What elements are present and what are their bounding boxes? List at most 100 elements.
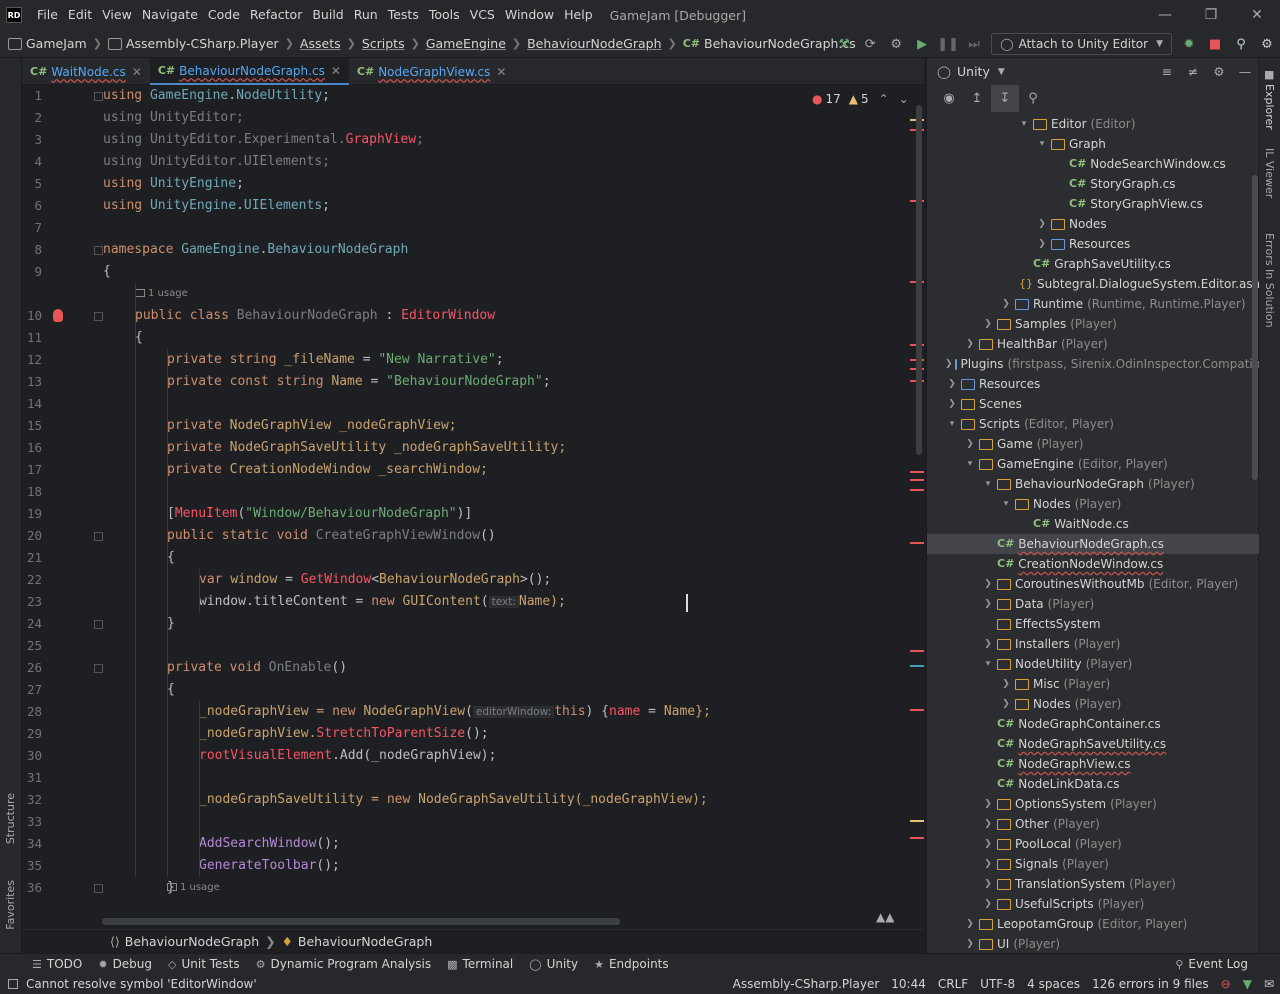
chevron-down-icon[interactable]: ▾ xyxy=(999,494,1013,514)
no-entry-icon[interactable]: ⊖ xyxy=(1215,977,1237,991)
tree-folder-item[interactable]: ❯ Other (Player) xyxy=(927,814,1259,834)
tree-folder-item[interactable]: ❯ Resources xyxy=(927,234,1259,254)
breadcrumb-assets[interactable]: Assets xyxy=(300,36,341,51)
tree-file-item[interactable]: C# StoryGraph.cs xyxy=(927,174,1259,194)
error-stripe[interactable] xyxy=(910,85,924,923)
tree-folder-item[interactable]: EffectsSystem xyxy=(927,614,1259,634)
tree-file-item[interactable]: {} Subtegral.DialogueSystem.Editor.asmd xyxy=(927,274,1272,294)
code-line[interactable]: { xyxy=(135,327,143,349)
unity-tab[interactable]: ◯ Unity xyxy=(521,957,586,971)
tree-folder-item[interactable]: ❯ TranslationSystem (Player) xyxy=(927,874,1259,894)
lightbulb-icon[interactable] xyxy=(53,309,63,322)
chevron-down-icon[interactable]: ▾ xyxy=(945,414,959,434)
chevron-down-icon[interactable]: ▾ xyxy=(963,454,977,474)
tree-folder-item[interactable]: ❯ Samples (Player) xyxy=(927,314,1259,334)
code-line[interactable]: private string _fileName = "New Narrativ… xyxy=(167,349,504,371)
fold-marker[interactable] xyxy=(94,312,103,321)
structure-tab[interactable]: Structure xyxy=(4,793,17,844)
error-stripe-mark[interactable] xyxy=(910,837,924,839)
il-viewer-tab[interactable]: IL Viewer xyxy=(1263,148,1276,198)
tree-folder-item[interactable]: ▾ NodeUtility (Player) xyxy=(927,654,1259,674)
code-line[interactable]: { xyxy=(167,679,175,701)
dpa-tab[interactable]: ⚙ Dynamic Program Analysis xyxy=(248,957,440,971)
menu-build[interactable]: Build xyxy=(307,0,348,30)
chevron-right-icon[interactable]: ❯ xyxy=(945,394,959,414)
tree-folder-item[interactable]: ❯ PoolLocal (Player) xyxy=(927,834,1259,854)
scroll-from-source-icon[interactable]: ↥ xyxy=(963,85,991,112)
code-line[interactable]: _nodeGraphView = new NodeGraphView(edito… xyxy=(199,701,711,723)
debug-icon[interactable]: ✹ xyxy=(1176,30,1202,58)
tree-file-item[interactable]: C# BehaviourNodeGraph.cs xyxy=(927,534,1259,554)
minimize-icon[interactable]: — xyxy=(1142,0,1188,30)
tree-file-item[interactable]: C# NodeSearchWindow.cs xyxy=(927,154,1259,174)
tree-folder-item[interactable]: ▾ Editor (Editor) xyxy=(927,114,1259,134)
code-line[interactable]: using UnityEditor.UIElements; xyxy=(103,151,330,173)
favorites-tab[interactable]: Favorites xyxy=(4,880,17,930)
code-line[interactable]: using UnityEditor.Experimental.GraphView… xyxy=(103,129,424,151)
code-line[interactable]: using UnityEngine.UIElements; xyxy=(103,195,330,217)
tree-folder-item[interactable]: ❯ HealthBar (Player) xyxy=(927,334,1259,354)
check-icon[interactable]: ▼ xyxy=(1237,977,1258,991)
tree-file-item[interactable]: C# NodeGraphContainer.cs xyxy=(927,714,1259,734)
crumb-namespace[interactable]: BehaviourNodeGraph xyxy=(125,934,259,949)
code-line[interactable]: { xyxy=(167,547,175,569)
code-line[interactable]: [MenuItem("Window/BehaviourNodeGraph")] xyxy=(167,503,472,525)
tree-folder-item[interactable]: ▾ Scripts (Editor, Player) xyxy=(927,414,1259,434)
error-stripe-mark[interactable] xyxy=(910,479,924,481)
chevron-down-icon[interactable]: ▼ xyxy=(998,67,1005,77)
chevron-right-icon[interactable]: ❯ xyxy=(981,894,995,914)
inspection-widget[interactable]: ● 17 ▲ 5 ⌃ ⌄ xyxy=(812,91,909,107)
chevron-right-icon[interactable]: ❯ xyxy=(945,374,959,394)
code-line[interactable]: public class BehaviourNodeGraph : Editor… xyxy=(135,305,495,327)
horizontal-scrollbar[interactable] xyxy=(102,918,620,925)
code-line[interactable]: namespace GameEngine.BehaviourNodeGraph xyxy=(103,239,408,261)
chevron-down-icon[interactable]: ▾ xyxy=(1035,134,1049,154)
error-stripe-mark[interactable] xyxy=(910,471,924,473)
close-tab-icon[interactable]: ✕ xyxy=(132,65,142,79)
code-line[interactable]: } xyxy=(167,613,175,635)
close-tab-icon[interactable]: ✕ xyxy=(331,64,341,78)
menu-run[interactable]: Run xyxy=(349,0,383,30)
chevron-right-icon[interactable]: ❯ xyxy=(981,834,995,854)
chevron-up-icon[interactable]: ⌃ xyxy=(879,92,889,106)
error-stripe-mark[interactable] xyxy=(910,650,924,652)
code-line[interactable]: _nodeGraphSaveUtility = new NodeGraphSav… xyxy=(199,789,708,811)
code-line[interactable]: private void OnEnable() xyxy=(167,657,347,679)
tree-folder-item[interactable]: ❯ Nodes xyxy=(927,214,1259,234)
close-icon[interactable]: ✕ xyxy=(1234,0,1280,30)
tree-file-item[interactable]: C# NodeGraphView.cs xyxy=(927,754,1259,774)
tree-folder-item[interactable]: ❯ Data (Player) xyxy=(927,594,1259,614)
status-toggle-icon[interactable] xyxy=(8,979,18,989)
chevron-right-icon[interactable]: ❯ xyxy=(963,914,977,934)
tree-folder-item[interactable]: ▾ BehaviourNodeGraph (Player) xyxy=(927,474,1259,494)
gear-icon[interactable]: ⚙ xyxy=(1206,64,1232,79)
code-line[interactable]: private NodeGraphSaveUtility _nodeGraphS… xyxy=(167,437,566,459)
menu-help[interactable]: Help xyxy=(559,0,598,30)
code-line[interactable]: _nodeGraphView.StretchToParentSize(); xyxy=(199,723,489,745)
fold-marker[interactable] xyxy=(94,246,103,255)
menu-tools[interactable]: Tools xyxy=(424,0,465,30)
status-indent[interactable]: 4 spaces xyxy=(1021,977,1086,991)
tree-folder-item[interactable]: ❯ Misc (Player) xyxy=(927,674,1259,694)
attach-to-unity-dropdown[interactable]: ◯ Attach to Unity Editor ▼ xyxy=(991,33,1172,55)
breadcrumb-scripts[interactable]: Scripts xyxy=(362,36,405,51)
tree-folder-item[interactable]: ❯ Runtime (Runtime, Runtime.Player) xyxy=(927,294,1259,314)
chevron-down-icon[interactable]: ▾ xyxy=(1017,114,1031,134)
gear-icon[interactable]: ⚙ xyxy=(1254,30,1280,58)
explorer-tab[interactable]: Explorer xyxy=(1263,84,1276,130)
code-line[interactable]: rootVisualElement.Add(_nodeGraphView); xyxy=(199,745,496,767)
tree-folder-item[interactable]: ❯ OptionsSystem (Player) xyxy=(927,794,1259,814)
chevron-right-icon[interactable]: ❯ xyxy=(981,854,995,874)
status-line-separator[interactable]: CRLF xyxy=(932,977,974,991)
code-line[interactable]: private CreationNodeWindow _searchWindow… xyxy=(167,459,488,481)
chevron-right-icon[interactable]: ❯ xyxy=(1035,234,1049,254)
rebuild-icon[interactable]: ⟳ xyxy=(857,30,883,58)
code-line[interactable]: window.titleContent = new GUIContent(tex… xyxy=(199,591,566,613)
crumb-class[interactable]: BehaviourNodeGraph xyxy=(298,934,432,949)
menu-navigate[interactable]: Navigate xyxy=(137,0,203,30)
hide-icon[interactable]: — xyxy=(1232,64,1258,79)
chevron-right-icon[interactable]: ❯ xyxy=(945,354,953,374)
chevron-down-icon[interactable]: ⌄ xyxy=(899,92,909,106)
error-stripe-mark[interactable] xyxy=(910,489,924,491)
chevron-right-icon[interactable]: ❯ xyxy=(981,794,995,814)
